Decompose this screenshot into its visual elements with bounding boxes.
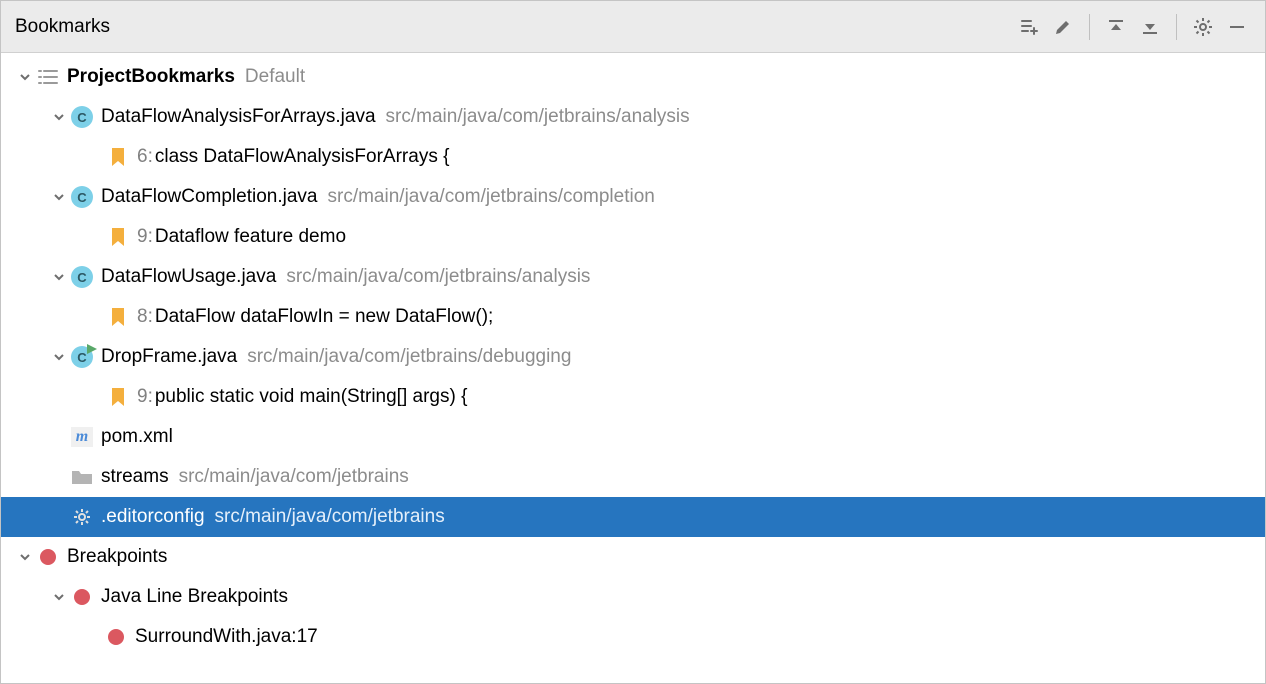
editorconfig-path: src/main/java/com/jetbrains bbox=[215, 506, 445, 528]
toolbar-separator bbox=[1176, 14, 1177, 40]
class-file-icon: C bbox=[69, 266, 95, 288]
tree-node-editorconfig[interactable]: .editorconfig src/main/java/com/jetbrain… bbox=[1, 497, 1265, 537]
minimize-icon[interactable] bbox=[1223, 13, 1251, 41]
add-bookmark-list-icon[interactable] bbox=[1015, 13, 1043, 41]
bookmark-text: Dataflow feature demo bbox=[155, 226, 346, 248]
tree-node-bookmark[interactable]: 6: class DataFlowAnalysisForArrays { bbox=[1, 137, 1265, 177]
chevron-down-icon[interactable] bbox=[15, 71, 35, 83]
tree-node-breakpoint-group[interactable]: Java Line Breakpoints bbox=[1, 577, 1265, 617]
edit-icon[interactable] bbox=[1049, 13, 1077, 41]
folder-icon bbox=[69, 468, 95, 486]
class-file-icon: C bbox=[69, 106, 95, 128]
file-path: src/main/java/com/jetbrains/analysis bbox=[386, 106, 690, 128]
pom-label: pom.xml bbox=[101, 426, 173, 448]
bookmark-line: 8: bbox=[137, 306, 153, 328]
panel-title: Bookmarks bbox=[15, 16, 1015, 38]
maven-file-icon: m bbox=[69, 427, 95, 447]
editorconfig-name: .editorconfig bbox=[101, 506, 205, 528]
bookmark-icon bbox=[105, 307, 131, 327]
bookmark-list-icon bbox=[35, 68, 61, 86]
file-name: DataFlowAnalysisForArrays.java bbox=[101, 106, 376, 128]
bookmark-line: 6: bbox=[137, 146, 153, 168]
chevron-down-icon[interactable] bbox=[15, 551, 35, 563]
tree-node-file[interactable]: C DataFlowAnalysisForArrays.java src/mai… bbox=[1, 97, 1265, 137]
tree-node-breakpoints[interactable]: Breakpoints bbox=[1, 537, 1265, 577]
file-path: src/main/java/com/jetbrains/analysis bbox=[286, 266, 590, 288]
tree-node-file[interactable]: C DataFlowUsage.java src/main/java/com/j… bbox=[1, 257, 1265, 297]
tree-node-bookmark[interactable]: 9: public static void main(String[] args… bbox=[1, 377, 1265, 417]
breakpoint-group-label: Java Line Breakpoints bbox=[101, 586, 288, 608]
tree-node-folder[interactable]: streams src/main/java/com/jetbrains bbox=[1, 457, 1265, 497]
chevron-down-icon[interactable] bbox=[49, 351, 69, 363]
chevron-down-icon[interactable] bbox=[49, 111, 69, 123]
file-path: src/main/java/com/jetbrains/completion bbox=[328, 186, 655, 208]
panel-header: Bookmarks bbox=[1, 1, 1265, 53]
file-name: DropFrame.java bbox=[101, 346, 237, 368]
tree-node-bookmark[interactable]: 9: Dataflow feature demo bbox=[1, 217, 1265, 257]
project-bookmarks-tag: Default bbox=[245, 66, 305, 88]
chevron-down-icon[interactable] bbox=[49, 591, 69, 603]
tree-node-bookmark[interactable]: 8: DataFlow dataFlowIn = new DataFlow(); bbox=[1, 297, 1265, 337]
toolbar-separator bbox=[1089, 14, 1090, 40]
tree-node-file[interactable]: C DataFlowCompletion.java src/main/java/… bbox=[1, 177, 1265, 217]
bookmark-text: class DataFlowAnalysisForArrays { bbox=[155, 146, 450, 168]
folder-name: streams bbox=[101, 466, 169, 488]
tree-node-file[interactable]: C DropFrame.java src/main/java/com/jetbr… bbox=[1, 337, 1265, 377]
file-name: DataFlowCompletion.java bbox=[101, 186, 318, 208]
chevron-down-icon[interactable] bbox=[49, 191, 69, 203]
expand-all-icon[interactable] bbox=[1102, 13, 1130, 41]
runnable-class-icon: C bbox=[69, 346, 95, 368]
class-file-icon: C bbox=[69, 186, 95, 208]
breakpoint-icon bbox=[35, 547, 61, 567]
settings-icon[interactable] bbox=[1189, 13, 1217, 41]
bookmark-icon bbox=[105, 227, 131, 247]
tree-node-pom[interactable]: m pom.xml bbox=[1, 417, 1265, 457]
breakpoint-item-label: SurroundWith.java:17 bbox=[135, 626, 318, 648]
breakpoint-icon bbox=[69, 587, 95, 607]
bookmark-icon bbox=[105, 147, 131, 167]
bookmark-line: 9: bbox=[137, 226, 153, 248]
bookmark-line: 9: bbox=[137, 386, 153, 408]
bookmarks-tree[interactable]: ProjectBookmarks Default C DataFlowAnaly… bbox=[1, 53, 1265, 683]
tree-node-project-bookmarks[interactable]: ProjectBookmarks Default bbox=[1, 57, 1265, 97]
tree-node-breakpoint-item[interactable]: SurroundWith.java:17 bbox=[1, 617, 1265, 657]
breakpoints-label: Breakpoints bbox=[67, 546, 167, 568]
bookmark-icon bbox=[105, 387, 131, 407]
collapse-all-icon[interactable] bbox=[1136, 13, 1164, 41]
breakpoint-icon bbox=[103, 627, 129, 647]
file-path: src/main/java/com/jetbrains/debugging bbox=[247, 346, 571, 368]
chevron-down-icon[interactable] bbox=[49, 271, 69, 283]
panel-actions bbox=[1015, 13, 1251, 41]
gear-file-icon bbox=[69, 507, 95, 527]
project-bookmarks-label: ProjectBookmarks bbox=[67, 66, 235, 88]
bookmark-text: public static void main(String[] args) { bbox=[155, 386, 468, 408]
bookmark-text: DataFlow dataFlowIn = new DataFlow(); bbox=[155, 306, 493, 328]
file-name: DataFlowUsage.java bbox=[101, 266, 276, 288]
folder-path: src/main/java/com/jetbrains bbox=[179, 466, 409, 488]
